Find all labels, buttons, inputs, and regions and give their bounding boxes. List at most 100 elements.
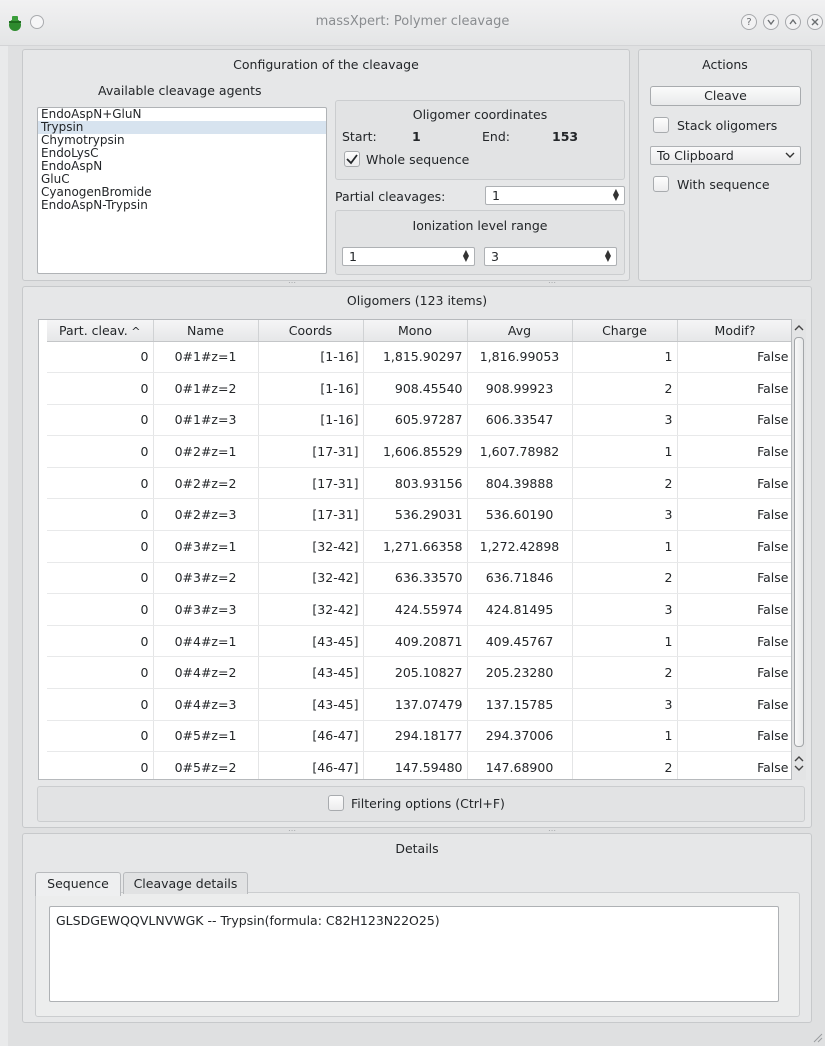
ionization-min-spinbox[interactable]: 1 ▲ ▼	[342, 247, 475, 266]
column-header[interactable]: Modif?	[677, 320, 791, 342]
table-row[interactable]: 0 0#4#z=3 [43-45] 137.07479 137.15785 3 False	[47, 688, 791, 721]
spin-arrows-icon: ▲ ▼	[462, 248, 470, 263]
partial-cleavages-spinbox[interactable]: 1 ▲ ▼	[485, 186, 625, 205]
sort-ascending-icon: ^	[127, 324, 141, 338]
stack-oligomers-checkbox[interactable]	[653, 117, 669, 133]
column-header[interactable]: Coords	[258, 320, 364, 342]
column-header[interactable]: Charge	[572, 320, 678, 342]
table-row[interactable]: 0 0#1#z=1 [1-16] 1,815.90297 1,816.99053 1 Fal…	[47, 341, 791, 374]
table-row[interactable]: 0 0#2#z=3 [17-31] 536.29031 536.60190 3 False	[47, 498, 791, 532]
table-cell: [17-31]	[258, 498, 364, 532]
spin-arrows-icon: ▲ ▼	[612, 187, 620, 202]
table-row[interactable]: 0 0#3#z=3 [32-42] 424.55974 424.81495 3 False	[47, 593, 791, 626]
oligomers-title: Oligomers (123 items)	[346, 293, 488, 308]
table-cell: 0	[47, 751, 154, 779]
table-cell: 2	[572, 467, 678, 500]
table-cell: 636.71846	[467, 562, 573, 595]
table-cell: 0	[47, 404, 154, 437]
table-cell: 0	[47, 530, 154, 563]
column-header-label: Charge	[602, 322, 647, 338]
table-row[interactable]: 0 0#5#z=1 [46-47] 294.18177 294.37006 1 False	[47, 720, 791, 753]
stack-oligomers-label[interactable]: Stack oligomers	[677, 118, 777, 133]
whole-sequence-label[interactable]: Whole sequence	[366, 152, 469, 167]
cleave-button[interactable]: Cleave	[650, 86, 801, 106]
filtering-options-checkbox[interactable]	[328, 795, 344, 811]
list-item[interactable]: EndoAspN-Trypsin	[38, 199, 326, 212]
table-row[interactable]: 0 0#1#z=2 [1-16] 908.45540 908.99923 2 False	[47, 372, 791, 405]
list-item[interactable]: EndoAspN	[38, 160, 326, 173]
table-cell: 1,815.90297	[363, 341, 468, 374]
table-cell: False	[677, 593, 791, 626]
table-cell: 536.60190	[467, 498, 573, 532]
table-row[interactable]: 0 0#2#z=2 [17-31] 803.93156 804.39888 2 False	[47, 467, 791, 500]
table-cell: 137.07479	[363, 688, 468, 721]
table-cell: 0	[47, 467, 154, 500]
table-cell: 0#5#z=1	[153, 720, 259, 753]
with-sequence-checkbox[interactable]	[653, 176, 669, 192]
close-button[interactable]	[807, 14, 823, 30]
table-cell: False	[677, 688, 791, 721]
coordinates-title: Oligomer coordinates	[412, 107, 548, 122]
table-cell: 424.55974	[363, 593, 468, 626]
export-target-select[interactable]: To Clipboard	[650, 146, 801, 165]
table-cell: 3	[572, 593, 678, 626]
oligomers-table[interactable]: Part. cleav. ^ Name Coords Mono Avg Charge Mod…	[38, 319, 792, 780]
tab-cleavage-details[interactable]: Cleavage details	[123, 872, 248, 894]
table-row[interactable]: 0 0#5#z=2 [46-47] 147.59480 147.68900 2 False	[47, 751, 791, 779]
table-cell: 2	[572, 562, 678, 595]
table-cell: 294.18177	[363, 720, 468, 753]
sequence-text-area[interactable]: GLSDGEWQQVLNVWGK -- Trypsin(formula: C82…	[49, 906, 779, 1002]
column-header-label: Modif?	[714, 322, 756, 338]
table-cell: [43-45]	[258, 688, 364, 721]
table-cell: 409.45767	[467, 625, 573, 658]
table-cell: False	[677, 435, 791, 468]
maximize-button[interactable]	[785, 14, 801, 30]
table-cell: 424.81495	[467, 593, 573, 626]
table-cell: 636.33570	[363, 562, 468, 595]
table-cell: 147.59480	[363, 751, 468, 779]
column-header[interactable]: Avg	[467, 320, 573, 342]
cleavage-agents-list[interactable]: EndoAspN+GluN Trypsin Chymotrypsin EndoLysC…	[37, 107, 327, 274]
column-header[interactable]: Name	[153, 320, 259, 342]
resize-grip-icon[interactable]	[811, 1031, 823, 1043]
ionization-group: Ionization level range 1 ▲ ▼ 3 ▲ ▼	[335, 210, 625, 275]
minimize-button[interactable]	[763, 14, 779, 30]
scrollbar-thumb[interactable]	[794, 337, 804, 747]
filtering-options-label[interactable]: Filtering options (Ctrl+F)	[351, 796, 505, 811]
help-button[interactable]: ?	[741, 14, 757, 30]
table-cell: False	[677, 530, 791, 563]
column-header[interactable]: Part. cleav. ^	[47, 320, 154, 342]
table-cell: 0	[47, 562, 154, 595]
column-header-label: Mono	[397, 322, 432, 338]
table-row[interactable]: 0 0#2#z=1 [17-31] 1,606.85529 1,607.78982 1 Fa…	[47, 435, 791, 468]
column-header[interactable]: Mono	[363, 320, 468, 342]
ionization-max-value: 3	[491, 249, 499, 264]
column-header-label: Avg	[507, 322, 532, 338]
column-header-label: Part. cleav.	[59, 322, 128, 338]
table-cell: 3	[572, 404, 678, 437]
whole-sequence-checkbox[interactable]	[344, 151, 360, 167]
configuration-group: Configuration of the cleavage Available …	[22, 49, 630, 281]
table-row[interactable]: 0 0#4#z=1 [43-45] 409.20871 409.45767 1 False	[47, 625, 791, 658]
export-target-value: To Clipboard	[657, 148, 734, 163]
table-cell: False	[677, 341, 791, 374]
with-sequence-label[interactable]: With sequence	[677, 177, 770, 192]
table-cell: 0#1#z=2	[153, 372, 259, 405]
table-cell: 1	[572, 435, 678, 468]
chevron-down-icon	[785, 152, 795, 158]
table-row[interactable]: 0 0#3#z=1 [32-42] 1,271.66358 1,272.42898 1 Fa…	[47, 530, 791, 563]
close-icon	[811, 18, 819, 26]
end-label: End:	[482, 129, 510, 144]
table-row[interactable]: 0 0#3#z=2 [32-42] 636.33570 636.71846 2 False	[47, 562, 791, 595]
ionization-max-spinbox[interactable]: 3 ▲ ▼	[484, 247, 617, 266]
table-cell: 1	[572, 530, 678, 563]
table-row[interactable]: 0 0#1#z=3 [1-16] 605.97287 606.33547 3 False	[47, 404, 791, 437]
table-cell: 2	[572, 751, 678, 779]
oligomers-scrollbar[interactable]	[792, 319, 806, 780]
tab-sequence[interactable]: Sequence	[35, 872, 121, 896]
table-row[interactable]: 0 0#4#z=2 [43-45] 205.10827 205.23280 2 False	[47, 656, 791, 690]
actions-group: Actions Cleave Stack oligomers To Clipbo…	[638, 49, 812, 281]
table-cell: 0#5#z=2	[153, 751, 259, 779]
chevron-down-icon	[794, 765, 804, 771]
oligomer-coordinates-group: Oligomer coordinates Start: 1 End: 153 W…	[335, 100, 625, 180]
